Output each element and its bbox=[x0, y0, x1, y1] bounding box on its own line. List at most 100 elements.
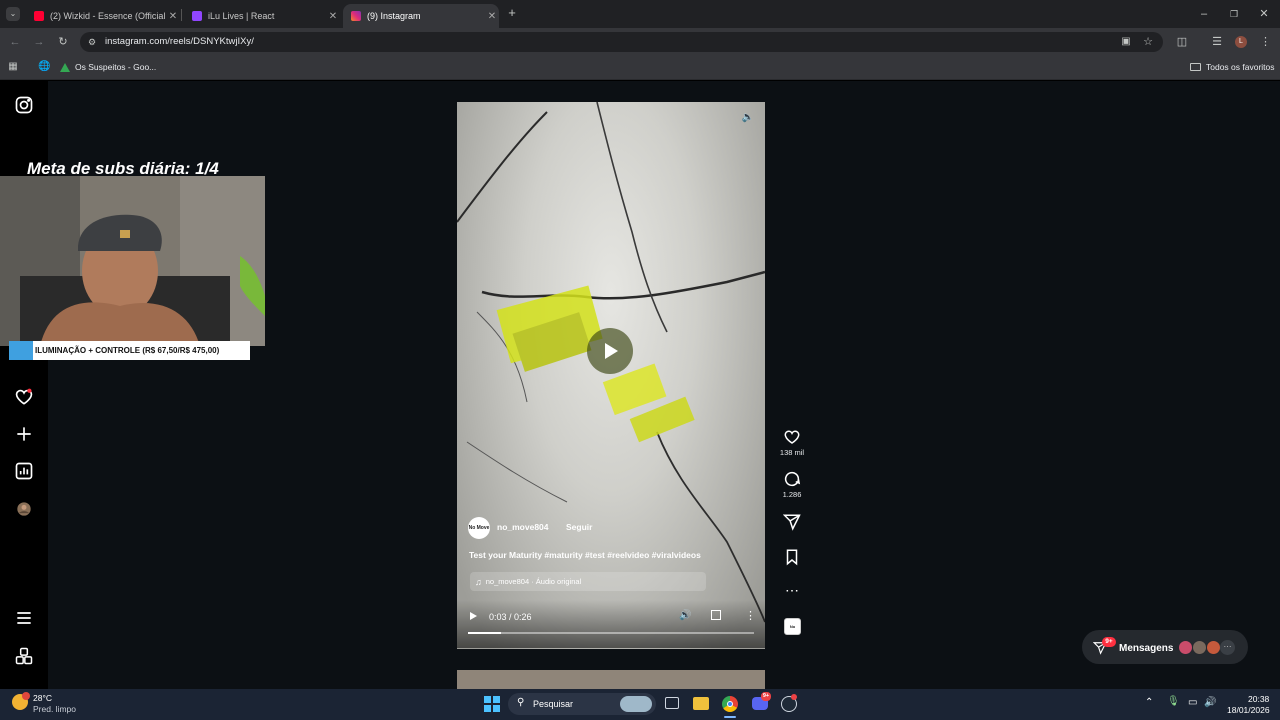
globe-icon[interactable]: 🌐 bbox=[38, 61, 50, 73]
share-button[interactable] bbox=[777, 513, 807, 533]
show-hidden-icons[interactable]: ⌃ bbox=[1145, 697, 1153, 708]
search-placeholder: Pesquisar bbox=[533, 699, 574, 709]
conversation-avatars: ··· bbox=[1178, 640, 1240, 656]
weather-badge bbox=[22, 692, 30, 700]
avatar bbox=[1192, 640, 1207, 655]
play-control-icon[interactable] bbox=[470, 612, 477, 620]
speaker-icon[interactable]: 🔊 bbox=[1204, 697, 1216, 708]
tab-title: (2) Wizkid - Essence (Official Vi bbox=[50, 11, 166, 21]
video-progress-bar[interactable] bbox=[468, 632, 754, 634]
reel-caption[interactable]: Test your Maturity #maturity #test #reel… bbox=[469, 550, 701, 560]
instagram-logo-icon[interactable] bbox=[14, 95, 34, 115]
url-text[interactable]: instagram.com/reels/DSNYKtwjIXy/ bbox=[105, 36, 254, 47]
follow-button[interactable]: Seguir bbox=[566, 522, 592, 532]
steam-badge bbox=[791, 694, 797, 700]
tab-youtube[interactable]: (2) Wizkid - Essence (Official Vi ✕ bbox=[26, 4, 180, 28]
new-tab-icon[interactable]: + bbox=[505, 6, 519, 19]
webcam-feed bbox=[0, 176, 265, 346]
concrete-cracks-illustration bbox=[457, 102, 765, 623]
start-windows-icon[interactable] bbox=[484, 696, 500, 712]
notifications-heart-icon[interactable] bbox=[14, 387, 34, 407]
search-icon: ⚲ bbox=[517, 697, 525, 708]
more-options-icon[interactable]: ⋯ bbox=[777, 582, 807, 599]
banner-text: ILUMINAÇÃO + CONTROLE (R$ 67,50/R$ 475,0… bbox=[35, 346, 220, 355]
close-tab-icon[interactable]: ✕ bbox=[166, 11, 180, 22]
video-options-icon[interactable]: ⋮ bbox=[745, 609, 756, 622]
youtube-icon bbox=[34, 11, 44, 21]
reel-username[interactable]: no_move804 bbox=[497, 522, 549, 532]
fullscreen-icon[interactable] bbox=[711, 610, 721, 620]
play-icon bbox=[605, 343, 618, 359]
mute-indicator-icon[interactable]: 🔈 bbox=[741, 112, 755, 126]
bookmark-item[interactable]: Os Suspeitos - Goo... bbox=[60, 60, 156, 74]
tab-instagram[interactable]: (9) Instagram ✕ bbox=[343, 4, 499, 28]
more-avatars-icon: ··· bbox=[1220, 640, 1235, 655]
reel-audio-label: no_move804 · Áudio original bbox=[485, 577, 582, 586]
maximize-icon[interactable]: ❐ bbox=[1228, 8, 1240, 20]
share-icon bbox=[783, 514, 801, 531]
reload-icon[interactable]: ↻ bbox=[56, 36, 70, 48]
avatar bbox=[1178, 640, 1193, 655]
reading-list-icon[interactable]: ☰ bbox=[1211, 36, 1223, 48]
weather-desc[interactable]: Pred. limpo bbox=[33, 704, 76, 714]
tab-twitch[interactable]: iLu Lives | React ✕ bbox=[184, 4, 340, 28]
taskbar-search[interactable]: ⚲ Pesquisar bbox=[508, 693, 656, 715]
also-from-meta-icon[interactable] bbox=[14, 646, 34, 666]
save-button[interactable] bbox=[777, 548, 807, 568]
chrome-inner-icon bbox=[727, 701, 733, 707]
active-app-indicator bbox=[724, 716, 736, 718]
bookmark-star-icon[interactable]: ☆ bbox=[1142, 36, 1154, 48]
avatar bbox=[1206, 640, 1221, 655]
discord-badge: 9+ bbox=[761, 692, 771, 701]
tab-search-icon[interactable]: ⌄ bbox=[6, 7, 20, 21]
microphone-icon[interactable]: 🎙 bbox=[1167, 696, 1180, 707]
reel-author-avatar[interactable]: No Move bbox=[468, 517, 490, 539]
next-reel-preview[interactable] bbox=[457, 670, 765, 690]
streamer-webcam-image bbox=[0, 176, 265, 346]
forward-icon[interactable]: → bbox=[32, 36, 46, 48]
weather-temp[interactable]: 28°C bbox=[33, 693, 52, 703]
banner-accent bbox=[9, 341, 33, 360]
volume-icon[interactable]: 🔊 bbox=[679, 610, 691, 621]
tab-title: iLu Lives | React bbox=[208, 11, 275, 21]
close-tab-icon[interactable]: ✕ bbox=[326, 11, 340, 22]
profile-avatar[interactable] bbox=[14, 499, 34, 519]
bookmark-label: Os Suspeitos - Goo... bbox=[75, 62, 157, 72]
audio-thumbnail[interactable]: No Move bbox=[784, 618, 801, 635]
all-bookmarks[interactable]: Todos os favoritos bbox=[1190, 60, 1275, 74]
reel-audio-link[interactable]: ♫ no_move804 · Áudio original bbox=[470, 572, 706, 591]
dashboard-icon[interactable] bbox=[14, 461, 34, 481]
play-button[interactable] bbox=[587, 328, 633, 374]
file-explorer-icon[interactable] bbox=[693, 697, 709, 710]
video-progress-fill bbox=[468, 632, 501, 634]
extensions-icon[interactable]: ◫ bbox=[1176, 36, 1188, 48]
site-info-icon[interactable]: ⚙ bbox=[86, 36, 98, 48]
reel-video[interactable]: 🔈 bbox=[457, 102, 765, 649]
comment-button[interactable]: 1.286 bbox=[777, 470, 807, 499]
display-icon[interactable]: ▭ bbox=[1188, 697, 1197, 708]
like-count: 138 mil bbox=[779, 448, 805, 457]
folder-icon bbox=[1190, 63, 1201, 71]
close-tab-icon[interactable]: ✕ bbox=[485, 11, 499, 22]
apps-grid-icon[interactable]: ▦ bbox=[7, 61, 19, 73]
tab-divider bbox=[181, 9, 182, 21]
donation-goal-banner: ILUMINAÇÃO + CONTROLE (R$ 67,50/R$ 475,0… bbox=[9, 341, 250, 360]
create-plus-icon[interactable] bbox=[14, 424, 34, 444]
close-window-icon[interactable]: ✕ bbox=[1258, 8, 1270, 20]
heart-icon bbox=[784, 430, 800, 444]
instagram-icon bbox=[351, 11, 361, 21]
menu-dots-icon[interactable]: ⋮ bbox=[1260, 36, 1271, 48]
more-menu-icon[interactable] bbox=[14, 608, 34, 628]
install-app-icon[interactable]: ▣ bbox=[1120, 36, 1132, 48]
clock-time[interactable]: 20:38 bbox=[1248, 694, 1269, 704]
bookmarks-bar bbox=[0, 56, 1280, 80]
like-button[interactable]: 138 mil bbox=[777, 428, 807, 457]
back-icon[interactable]: ← bbox=[8, 36, 22, 48]
task-view-icon[interactable] bbox=[665, 697, 679, 709]
twitch-icon bbox=[192, 11, 202, 21]
minimize-icon[interactable]: – bbox=[1198, 8, 1210, 20]
clock-date[interactable]: 18/01/2026 bbox=[1227, 705, 1270, 715]
all-bookmarks-label: Todos os favoritos bbox=[1206, 62, 1275, 72]
profile-avatar[interactable]: L bbox=[1235, 36, 1247, 48]
video-controls bbox=[457, 600, 765, 648]
